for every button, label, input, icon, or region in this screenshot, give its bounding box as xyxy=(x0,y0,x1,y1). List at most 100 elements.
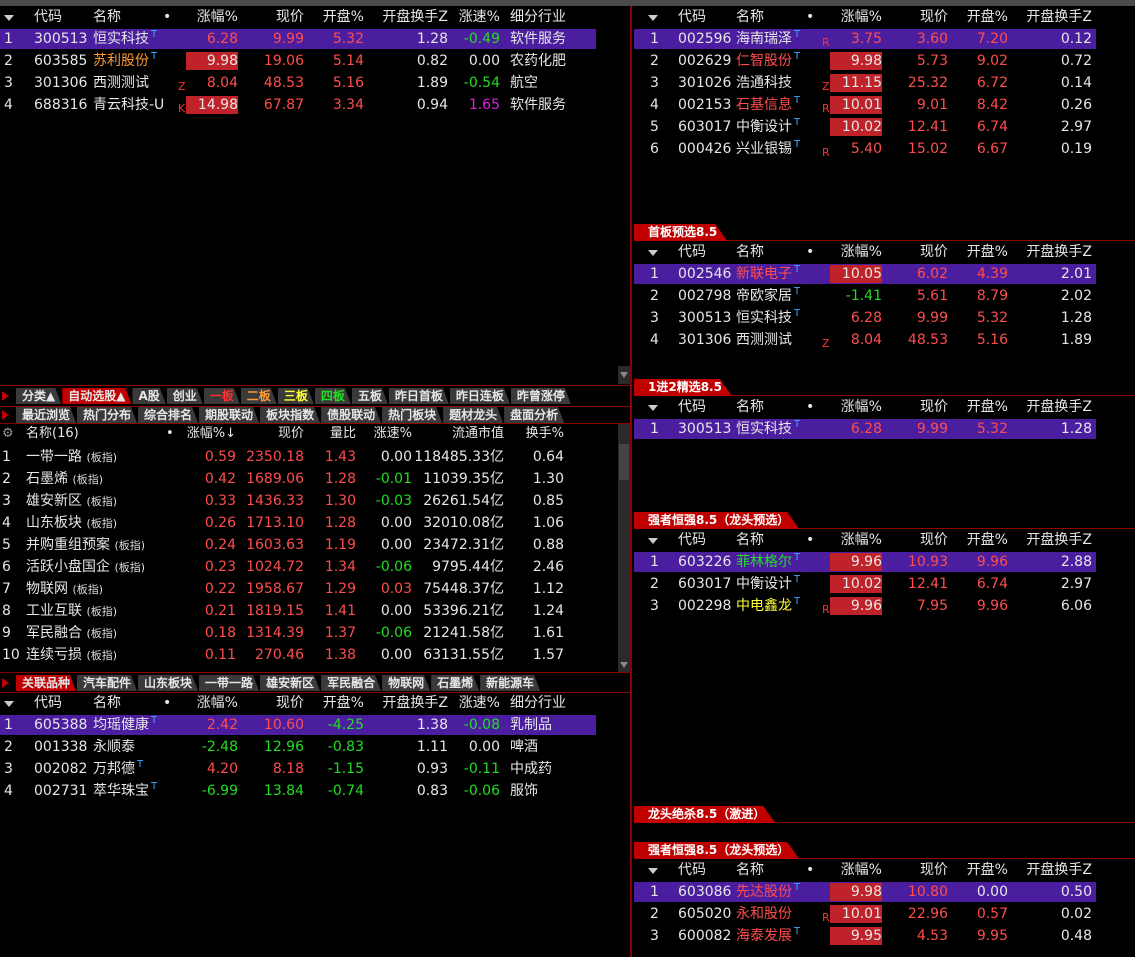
header-price[interactable]: 现价 xyxy=(892,529,948,551)
tab-item[interactable]: 雄安新区 xyxy=(260,675,320,691)
header-name[interactable]: 名称 xyxy=(736,241,820,263)
tab-item[interactable]: 汽车配件 xyxy=(77,675,137,691)
table-row[interactable]: 3 300513 恒实科技 T 6.28 9.99 5.32 1.28 xyxy=(634,307,1135,329)
header-chg[interactable]: 涨幅% xyxy=(830,859,882,881)
tab-scroll-icon[interactable] xyxy=(2,678,9,688)
sector-name[interactable]: 石墨烯 (板指) xyxy=(26,468,176,490)
header-turn[interactable]: 开盘换手Z xyxy=(372,6,448,28)
tab-item[interactable]: A股 xyxy=(132,388,165,404)
header-turn[interactable]: 开盘换手Z xyxy=(1014,859,1092,881)
header-ind[interactable]: 细分行业 xyxy=(510,6,590,28)
tab-item[interactable]: 昨日连板 xyxy=(450,388,510,404)
scroll-down-button[interactable] xyxy=(618,366,630,384)
header-turn[interactable]: 换手% xyxy=(514,424,564,444)
table-row[interactable]: 4 688316 青云科技-U K 14.98 67.87 3.34 0.94 1.65 软件服务 xyxy=(0,94,630,116)
table-row[interactable]: 3 002082 万邦德 T 4.20 8.18 -1.15 0.93 -0.11 中成药 xyxy=(0,758,630,780)
header-turn[interactable]: 开盘换手Z xyxy=(1014,396,1092,418)
tab-item[interactable]: 盘面分析 xyxy=(504,407,564,423)
table-row[interactable]: 8 工业互联 (板指) 0.21 1819.15 1.41 0.00 53396.21亿 1.… xyxy=(0,600,630,622)
header-open[interactable]: 开盘% xyxy=(954,859,1008,881)
stock-name[interactable]: 中衡设计 T xyxy=(736,573,820,595)
header-speed[interactable]: 涨速% xyxy=(452,6,500,28)
table-row[interactable]: 1 300513 恒实科技 T 6.28 9.99 5.32 1.28 -0.49 软件服务 xyxy=(0,28,630,50)
tab-item[interactable]: 五板 xyxy=(352,388,388,404)
sector-name[interactable]: 雄安新区 (板指) xyxy=(26,490,176,512)
header-ind[interactable]: 细分行业 xyxy=(510,692,590,714)
header-vol[interactable]: 量比 xyxy=(310,424,356,444)
stock-name[interactable]: 仁智股份 T xyxy=(736,50,820,72)
stock-name[interactable]: 先达股份 T xyxy=(736,881,820,903)
stock-name[interactable]: 永和股份 xyxy=(736,903,820,925)
tab-scroll-icon[interactable] xyxy=(2,410,9,420)
stock-name[interactable]: 浩通科技 xyxy=(736,72,820,94)
tab-item[interactable]: 二板 xyxy=(241,388,277,404)
tab-item[interactable]: 分类▲ xyxy=(16,388,61,404)
sector-name[interactable]: 一带一路 (板指) xyxy=(26,446,176,468)
sector-name[interactable]: 活跃小盘国企 (板指) xyxy=(26,556,176,578)
menu-toggle-icon[interactable] xyxy=(4,6,16,28)
table-row[interactable]: 1 603226 菲林格尔 T 9.96 10.93 9.96 2.88 xyxy=(634,551,1135,573)
stock-name[interactable]: 青云科技-U xyxy=(93,94,175,116)
tab-item[interactable]: 板块指数 xyxy=(260,407,320,423)
panel-title[interactable]: 1进2精选8.5 xyxy=(634,379,732,396)
stock-name[interactable]: 菲林格尔 T xyxy=(736,551,820,573)
menu-toggle-icon[interactable] xyxy=(648,529,660,551)
sector-name[interactable]: 军民融合 (板指) xyxy=(26,622,176,644)
stock-name[interactable]: 苏利股份 T xyxy=(93,50,175,72)
table-row[interactable]: 6 000426 兴业银锡 T R 5.40 15.02 6.67 0.19 xyxy=(634,138,1135,160)
table-row[interactable]: 2 603017 中衡设计 T 10.02 12.41 6.74 2.97 xyxy=(634,573,1135,595)
tab-item[interactable]: 自动选股▲ xyxy=(62,388,131,404)
header-price[interactable]: 现价 xyxy=(892,396,948,418)
settings-gear-icon[interactable]: ⚙ xyxy=(2,424,16,444)
header-open[interactable]: 开盘% xyxy=(954,6,1008,28)
header-turn[interactable]: 开盘换手Z xyxy=(1014,6,1092,28)
panel-title[interactable]: 首板预选8.5 xyxy=(634,224,727,241)
panel-title[interactable]: 强者恒强8.5（龙头预选） xyxy=(634,842,799,859)
stock-name[interactable]: 中衡设计 T xyxy=(736,116,820,138)
table-row[interactable]: 1 002596 海南瑞泽 T R 3.75 3.60 7.20 0.12 xyxy=(634,28,1135,50)
header-name[interactable]: 名称 xyxy=(736,396,820,418)
stock-name[interactable]: 西测测试 xyxy=(93,72,175,94)
tab-item[interactable]: 期股联动 xyxy=(199,407,259,423)
stock-name[interactable]: 兴业银锡 T xyxy=(736,138,820,160)
table-row[interactable]: 4 山东板块 (板指) 0.26 1713.10 1.28 0.00 32010.08亿 1.… xyxy=(0,512,630,534)
tab-item[interactable]: 关联品种 xyxy=(16,675,76,691)
tab-item[interactable]: 山东板块 xyxy=(138,675,198,691)
tab-item[interactable]: 新能源车 xyxy=(480,675,540,691)
tab-item[interactable]: 热门板块 xyxy=(382,407,442,423)
header-code[interactable]: 代码 xyxy=(678,396,738,418)
tab-item[interactable]: 创业 xyxy=(167,388,203,404)
header-speed[interactable]: 涨速% xyxy=(364,424,412,444)
header-code[interactable]: 代码 xyxy=(678,241,738,263)
header-price[interactable]: 现价 xyxy=(892,241,948,263)
stock-name[interactable]: 永顺泰 xyxy=(93,736,175,758)
header-name[interactable]: 名称(16) xyxy=(26,424,136,444)
stock-name[interactable]: 恒实科技 T xyxy=(93,28,175,50)
header-turn[interactable]: 开盘换手Z xyxy=(1014,529,1092,551)
table-row[interactable]: 3 301026 浩通科技 Z 11.15 25.32 6.72 0.14 xyxy=(634,72,1135,94)
table-row[interactable]: 2 001338 永顺泰 -2.48 12.96 -0.83 1.11 0.00 啤酒 xyxy=(0,736,630,758)
header-turn[interactable]: 开盘换手Z xyxy=(1014,241,1092,263)
stock-name[interactable]: 西测测试 xyxy=(736,329,820,351)
sector-name[interactable]: 连续亏损 (板指) xyxy=(26,644,176,666)
tab-item[interactable]: 昨曾涨停 xyxy=(511,388,571,404)
header-chg[interactable]: 涨幅% xyxy=(830,529,882,551)
scroll-thumb[interactable] xyxy=(619,444,629,480)
table-row[interactable]: 3 301306 西测测试 Z 8.04 48.53 5.16 1.89 -0.54 航空 xyxy=(0,72,630,94)
stock-name[interactable]: 海泰发展 T xyxy=(736,925,820,947)
tab-item[interactable]: 热门分布 xyxy=(77,407,137,423)
header-open[interactable]: 开盘% xyxy=(954,396,1008,418)
panel-title[interactable]: 龙头绝杀8.5（激进） xyxy=(634,806,775,823)
table-row[interactable]: 1 300513 恒实科技 T 6.28 9.99 5.32 1.28 xyxy=(634,418,1135,440)
stock-name[interactable]: 帝欧家居 T xyxy=(736,285,820,307)
header-price[interactable]: 现价 xyxy=(246,424,304,444)
header-dot[interactable]: • xyxy=(163,6,175,28)
header-code[interactable]: 代码 xyxy=(34,6,94,28)
header-open[interactable]: 开盘% xyxy=(310,6,364,28)
table-row[interactable]: 2 603585 苏利股份 T 9.98 19.06 5.14 0.82 0.00 农药化肥 xyxy=(0,50,630,72)
header-dot[interactable]: • xyxy=(166,424,178,444)
tab-item[interactable]: 军民融合 xyxy=(321,675,381,691)
table-row[interactable]: 5 603017 中衡设计 T 10.02 12.41 6.74 2.97 xyxy=(634,116,1135,138)
table-row[interactable]: 4 002153 石基信息 T R 10.01 9.01 8.42 0.26 xyxy=(634,94,1135,116)
stock-name[interactable]: 均瑶健康 T xyxy=(93,714,175,736)
